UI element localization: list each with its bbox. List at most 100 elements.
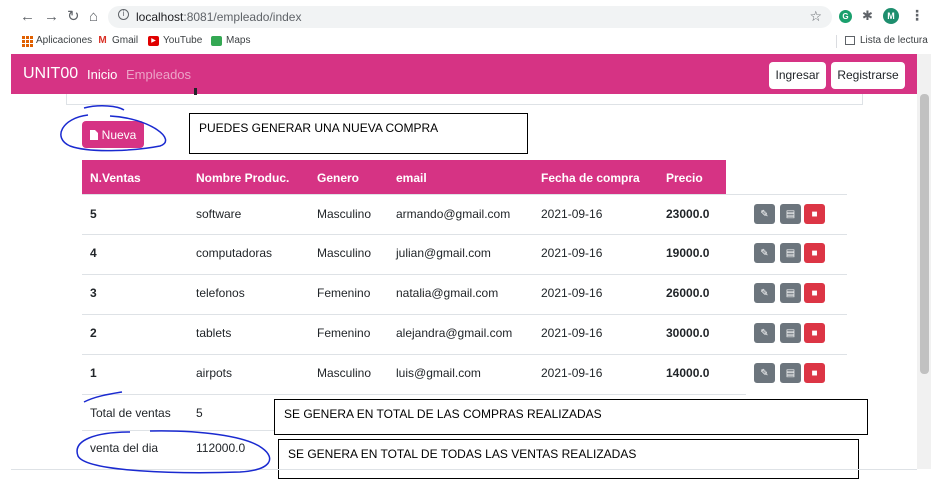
annotation-new-text: PUEDES GENERAR UNA NUEVA COMPRA: [199, 121, 439, 135]
cell-email: alejandra@gmail.com: [396, 326, 513, 340]
login-button[interactable]: Ingresar: [769, 62, 826, 89]
nav-link-inicio[interactable]: Inicio: [87, 67, 117, 82]
bookmark-label: Gmail: [112, 35, 139, 46]
bookmark-maps[interactable]: Maps: [211, 35, 250, 46]
cell-price: 14000.0: [666, 366, 710, 380]
page-scrollbar[interactable]: [917, 54, 931, 469]
cell-email: julian@gmail.com: [396, 246, 491, 260]
delete-trash-icon[interactable]: ■: [804, 283, 825, 303]
delete-trash-icon[interactable]: ■: [804, 363, 825, 383]
nav-link-empleados[interactable]: Empleados: [126, 67, 191, 82]
cell-date: 2021-09-16: [541, 286, 603, 300]
cell-gender: Masculino: [317, 207, 372, 221]
cell-n: 3: [90, 286, 97, 300]
cell-email: luis@gmail.com: [396, 366, 481, 380]
edit-pencil-icon[interactable]: ✎: [754, 323, 775, 343]
profile-avatar[interactable]: M: [883, 8, 899, 24]
cell-price: 26000.0: [666, 286, 710, 300]
view-document-icon[interactable]: ▤: [780, 283, 801, 303]
header-product: Nombre Produc.: [196, 171, 290, 185]
cell-n: 2: [90, 326, 97, 340]
annotation-new: PUEDES GENERAR UNA NUEVA COMPRA: [189, 113, 528, 154]
cell-price: 23000.0: [666, 207, 710, 221]
address-bar[interactable]: i localhost:8081/empleado/index ☆: [108, 6, 832, 28]
brand-logo[interactable]: UNIT00: [23, 65, 78, 83]
cell-gender: Femenino: [317, 286, 371, 300]
cell-date: 2021-09-16: [541, 366, 603, 380]
apps-grid-icon: [22, 35, 33, 47]
browser-menu-icon[interactable]: ⋮: [910, 7, 924, 24]
cell-gender: Masculino: [317, 246, 372, 260]
bookmark-apps[interactable]: Aplicaciones: [22, 35, 93, 47]
row-divider: [82, 394, 746, 395]
new-purchase-button[interactable]: Nueva: [82, 121, 144, 148]
view-document-icon[interactable]: ▤: [780, 204, 801, 224]
site-info-icon[interactable]: i: [118, 9, 129, 20]
view-document-icon[interactable]: ▤: [780, 323, 801, 343]
forward-arrow-icon[interactable]: →: [44, 8, 59, 26]
bookmarks-separator: [836, 35, 837, 48]
view-document-icon[interactable]: ▤: [780, 243, 801, 263]
bookmark-youtube[interactable]: ▶ YouTube: [148, 35, 202, 46]
cell-product: software: [196, 207, 242, 221]
card-container: [66, 94, 863, 105]
total-sales-label: Total de ventas: [90, 406, 171, 420]
youtube-icon: ▶: [148, 35, 159, 46]
cell-email: armando@gmail.com: [396, 207, 511, 221]
register-button[interactable]: Registrarse: [831, 62, 905, 89]
extensions-puzzle-icon[interactable]: ✱: [862, 8, 873, 24]
scrollbar-thumb[interactable]: [920, 94, 929, 374]
page-bottom-divider: [11, 469, 917, 470]
header-email: email: [396, 171, 427, 185]
daily-sales-label: venta del dia: [90, 441, 159, 455]
cell-n: 4: [90, 246, 97, 260]
cell-date: 2021-09-16: [541, 326, 603, 340]
reading-list[interactable]: Lista de lectura: [845, 35, 928, 46]
cell-date: 2021-09-16: [541, 207, 603, 221]
cell-price: 30000.0: [666, 326, 710, 340]
daily-sales-value: 112000.0: [196, 441, 246, 455]
bookmark-gmail[interactable]: M Gmail: [97, 35, 138, 46]
cell-product: computadoras: [196, 246, 273, 260]
delete-trash-icon[interactable]: ■: [804, 204, 825, 224]
delete-trash-icon[interactable]: ■: [804, 243, 825, 263]
edit-pencil-icon[interactable]: ✎: [754, 283, 775, 303]
annotation-count-text: SE GENERA EN TOTAL DE LAS COMPRAS REALIZ…: [284, 407, 602, 421]
row-divider: [82, 274, 847, 275]
bookmark-star-icon[interactable]: ☆: [809, 8, 822, 25]
back-arrow-icon[interactable]: ←: [20, 8, 35, 26]
header-n-ventas: N.Ventas: [90, 171, 141, 185]
new-button-label: Nueva: [101, 127, 137, 142]
row-divider: [82, 194, 847, 195]
edit-pencil-icon[interactable]: ✎: [754, 243, 775, 263]
cell-product: telefonos: [196, 286, 245, 300]
extension-g-icon[interactable]: G: [839, 10, 852, 23]
cell-date: 2021-09-16: [541, 246, 603, 260]
cell-n: 5: [90, 207, 97, 221]
view-document-icon[interactable]: ▤: [780, 363, 801, 383]
cell-product: airpots: [196, 366, 233, 380]
browser-toolbar: ← → ↻ ⌂ i localhost:8081/empleado/index …: [0, 0, 948, 33]
edit-pencil-icon[interactable]: ✎: [754, 363, 775, 383]
row-divider: [82, 354, 847, 355]
cell-product: tablets: [196, 326, 232, 340]
delete-trash-icon[interactable]: ■: [804, 323, 825, 343]
home-icon[interactable]: ⌂: [89, 8, 98, 26]
bookmarks-bar: Aplicaciones M Gmail ▶ YouTube Maps List…: [0, 33, 948, 50]
reload-icon[interactable]: ↻: [67, 8, 80, 26]
header-price: Precio: [666, 171, 703, 185]
reading-list-icon: [845, 36, 855, 45]
cell-gender: Femenino: [317, 326, 371, 340]
annotation-total-text: SE GENERA EN TOTAL DE TODAS LAS VENTAS R…: [288, 447, 637, 461]
cell-price: 19000.0: [666, 246, 710, 260]
edit-pencil-icon[interactable]: ✎: [754, 204, 775, 224]
bookmark-label: Aplicaciones: [36, 35, 93, 46]
row-divider: [82, 234, 847, 235]
annotation-count: SE GENERA EN TOTAL DE LAS COMPRAS REALIZ…: [274, 399, 868, 435]
cell-email: natalia@gmail.com: [396, 286, 499, 300]
maps-icon: [211, 35, 222, 46]
table-header: N.Ventas Nombre Produc. Genero email Fec…: [82, 160, 726, 195]
header-date: Fecha de compra: [541, 171, 640, 185]
cut-off-title: [194, 88, 197, 95]
total-sales-value: 5: [196, 406, 203, 420]
